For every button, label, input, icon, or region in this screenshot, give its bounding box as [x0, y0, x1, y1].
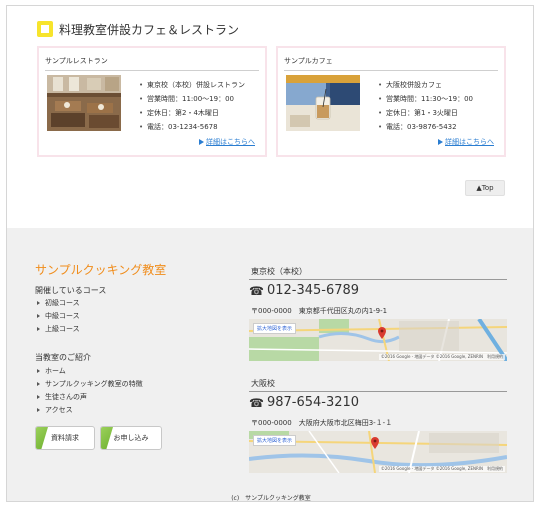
tokyo-phone: ☎ 012-345-6789 [249, 283, 359, 298]
back-to-top-button[interactable]: ▲Top [465, 180, 505, 196]
office-divider [249, 391, 507, 392]
info-item: 電話：03-1234-5678 [139, 120, 245, 134]
arrow-right-icon [438, 139, 443, 145]
arrow-right-icon [199, 139, 204, 145]
osaka-office-title: 大阪校 [251, 379, 275, 388]
nav-item-label: ホーム [45, 367, 66, 375]
apply-button[interactable]: お申し込み [100, 426, 162, 450]
osaka-address: 〒000-0000 大阪府大阪市北区梅田3-１-１ [251, 419, 393, 427]
nav-item-home[interactable]: ホーム [35, 365, 143, 378]
map-enlarge-link[interactable]: 拡大地図を表示 [253, 435, 297, 446]
courses-list: 初級コース 中級コース 上級コース [35, 297, 80, 336]
cafe-details-link[interactable]: 詳細はこちらへ [438, 137, 494, 147]
tokyo-map[interactable]: 拡大地図を表示 ©2016 Google - 地図データ ©2016 Googl… [249, 319, 507, 361]
tokyo-office-title: 東京校（本校） [251, 267, 307, 276]
nav-item-label: 上級コース [45, 325, 80, 333]
restaurant-details-link[interactable]: 詳細はこちらへ [199, 137, 255, 147]
heading-badge-icon [37, 21, 53, 37]
caret-right-icon [37, 408, 40, 412]
info-item: 定休日：第2・4木曜日 [139, 106, 245, 120]
card-divider [45, 70, 259, 71]
info-item: 営業時間：11:00〜19：00 [139, 92, 245, 106]
info-item: 営業時間：11:30〜19：00 [378, 92, 473, 106]
restaurant-photo [47, 75, 121, 131]
caret-right-icon [37, 314, 40, 318]
restaurant-info-list: 東京校（本校）併設レストラン 営業時間：11:00〜19：00 定休日：第2・4… [139, 78, 245, 134]
nav-item-intermediate[interactable]: 中級コース [35, 310, 80, 323]
caret-right-icon [37, 395, 40, 399]
details-link-label: 詳細はこちらへ [445, 138, 494, 146]
cta-label: お申し込み [113, 434, 149, 442]
card-heading: サンプルカフェ [284, 57, 333, 65]
section-heading: 料理教室併設カフェ＆レストラン [37, 19, 239, 39]
cafe-info-list: 大阪校併設カフェ 営業時間：11:30〜19：00 定休日：第1・3火曜日 電話… [378, 78, 473, 134]
office-divider [249, 279, 507, 280]
info-item: 電話：03-9876-5432 [378, 120, 473, 134]
section-title: 料理教室併設カフェ＆レストラン [59, 22, 240, 37]
phone-icon: ☎ [249, 395, 264, 410]
nav-item-features[interactable]: サンプルクッキング教室の特徴 [35, 378, 143, 391]
courses-heading: 開催しているコース [35, 286, 107, 295]
cta-label: 資料請求 [51, 434, 79, 442]
caret-right-icon [37, 301, 40, 305]
map-credit: ©2016 Google - 地図データ ©2016 Google, ZENRI… [378, 466, 505, 472]
map-credit: ©2016 Google - 地図データ ©2016 Google, ZENRI… [378, 354, 505, 360]
cafe-photo [286, 75, 360, 131]
nav-item-testimonials[interactable]: 生徒さんの声 [35, 391, 143, 404]
details-link-label: 詳細はこちらへ [206, 138, 255, 146]
caret-right-icon [37, 382, 40, 386]
about-list: ホーム サンプルクッキング教室の特徴 生徒さんの声 アクセス [35, 365, 143, 417]
nav-item-label: サンプルクッキング教室の特徴 [45, 380, 143, 388]
info-item: 東京校（本校）併設レストラン [139, 78, 245, 92]
restaurant-card: サンプルレストラン 東京校（本校）併設レストラン 営業時間：11:00〜1 [37, 46, 267, 157]
osaka-phone: ☎ 987-654-3210 [249, 395, 359, 410]
caret-right-icon [37, 369, 40, 373]
page-frame: 料理教室併設カフェ＆レストラン サンプルレストラン 東京校 [6, 5, 534, 502]
nav-item-access[interactable]: アクセス [35, 404, 143, 417]
card-divider [284, 70, 498, 71]
footer: サンプルクッキング教室 開催しているコース 初級コース 中級コース 上級コース … [7, 228, 533, 502]
phone-number: 987-654-3210 [266, 395, 360, 410]
copyright: (c) サンプルクッキング教室 [231, 495, 311, 502]
request-materials-button[interactable]: 資料請求 [35, 426, 95, 450]
nav-item-label: 生徒さんの声 [45, 393, 87, 401]
nav-item-advanced[interactable]: 上級コース [35, 323, 80, 336]
card-heading: サンプルレストラン [45, 57, 108, 65]
info-item: 定休日：第1・3火曜日 [378, 106, 473, 120]
phone-icon: ☎ [249, 283, 264, 298]
about-heading: 当教室のご紹介 [35, 353, 91, 362]
nav-item-label: 中級コース [45, 312, 80, 320]
green-corner-icon [36, 427, 48, 449]
phone-number: 012-345-6789 [266, 283, 360, 298]
osaka-map[interactable]: 拡大地図を表示 ©2016 Google - 地図データ ©2016 Googl… [249, 431, 507, 473]
nav-item-label: 初級コース [45, 299, 80, 307]
caret-right-icon [37, 327, 40, 331]
info-item: 大阪校併設カフェ [378, 78, 473, 92]
green-corner-icon [101, 427, 113, 449]
footer-brand: サンプルクッキング教室 [35, 263, 167, 277]
tokyo-address: 〒000-0000 東京都千代田区丸の内1-9-1 [251, 307, 388, 315]
cafe-card: サンプルカフェ 大阪校併設カフェ 営業時間：11:30〜19：00 定休日：第1… [276, 46, 506, 157]
nav-item-beginner[interactable]: 初級コース [35, 297, 80, 310]
map-enlarge-link[interactable]: 拡大地図を表示 [253, 323, 297, 334]
nav-item-label: アクセス [45, 406, 73, 414]
